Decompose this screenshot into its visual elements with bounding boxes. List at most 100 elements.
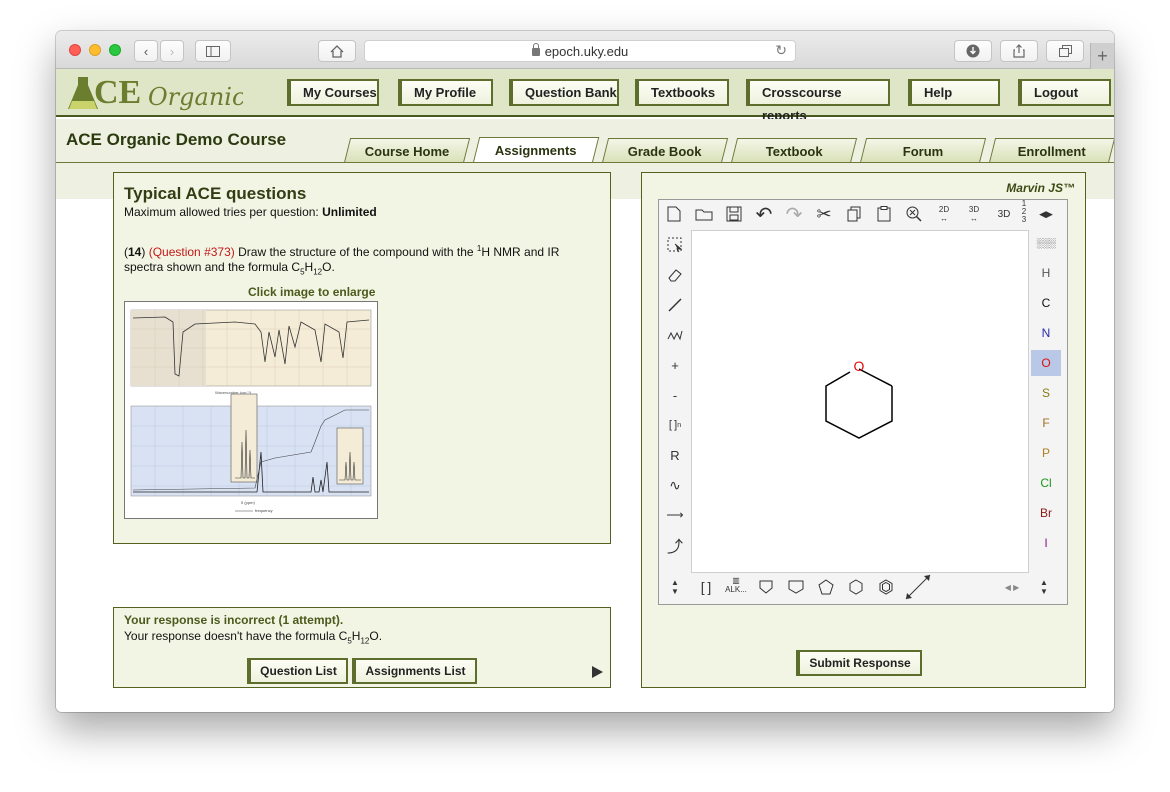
cyclobutane-icon[interactable] <box>785 576 807 598</box>
element-periodic-table-icon[interactable]: ░░░ <box>1031 230 1061 256</box>
nav-help[interactable]: Help <box>908 79 1000 106</box>
tab-textbook[interactable]: Textbook <box>730 138 858 163</box>
select-tool-icon[interactable] <box>664 234 686 256</box>
question-list-button[interactable]: Question List <box>247 658 348 684</box>
reload-icon[interactable]: ↻ <box>775 42 787 59</box>
chain-tool-icon[interactable] <box>664 324 686 346</box>
zoom-window-button[interactable] <box>109 44 121 56</box>
single-bond-icon[interactable] <box>664 294 686 316</box>
tries-value: Unlimited <box>322 205 377 219</box>
undo-icon[interactable]: ↶ <box>753 203 775 226</box>
bottom-nav-arrows-icon[interactable]: ◀ ▶ <box>1001 576 1023 598</box>
click-to-enlarge-label: Click image to enlarge <box>248 285 376 299</box>
share-button[interactable] <box>1000 40 1038 62</box>
paste-icon[interactable] <box>873 203 895 225</box>
ace-site: CE Organic My Courses My Profile Questio… <box>56 69 1114 712</box>
tab-assignments[interactable]: Assignments <box>472 137 600 163</box>
cyclopentane-icon[interactable] <box>815 576 837 598</box>
spectra-image[interactable]: Wavenumber (cm⁻¹) δ (ppm) frequency <box>124 301 378 519</box>
browser-titlebar: ‹ › epoch.uky.edu ↻ + <box>56 31 1114 69</box>
downloads-button[interactable] <box>954 40 992 62</box>
element-f[interactable]: F <box>1031 410 1061 436</box>
svg-text:CE: CE <box>94 74 141 111</box>
element-br[interactable]: Br <box>1031 500 1061 526</box>
tab-grade-book[interactable]: Grade Book <box>601 138 729 163</box>
nav-crosscourse-reports[interactable]: Crosscourse reports <box>746 79 890 123</box>
response-panel: Your response is incorrect (1 attempt). … <box>113 607 611 688</box>
element-h[interactable]: H <box>1031 260 1061 286</box>
numbering-icon[interactable]: 123 <box>1017 200 1031 224</box>
minimize-window-button[interactable] <box>89 44 101 56</box>
element-s[interactable]: S <box>1031 380 1061 406</box>
play-arrow-icon[interactable] <box>592 666 603 678</box>
new-document-icon[interactable] <box>663 203 685 225</box>
drawing-canvas[interactable]: O <box>691 230 1029 573</box>
sidebar-icon <box>206 45 220 57</box>
sgroup-tool-icon[interactable]: [ ] n <box>664 414 686 436</box>
eraser-icon[interactable] <box>664 264 686 286</box>
benzene-icon[interactable] <box>875 576 897 598</box>
alkane-templates-icon[interactable]: ▥ ALK... <box>723 574 749 596</box>
reaction-arrow-icon[interactable]: ⟶ <box>664 504 686 526</box>
url-text: epoch.uky.edu <box>544 43 629 59</box>
close-window-button[interactable] <box>69 44 81 56</box>
question-panel: Typical ACE questions Maximum allowed tr… <box>113 172 611 544</box>
nav-my-courses[interactable]: My Courses <box>287 79 379 106</box>
tab-course-home[interactable]: Course Home <box>343 138 471 163</box>
tab-forum[interactable]: Forum <box>859 138 987 163</box>
benzene-frame-icon[interactable] <box>755 576 777 598</box>
cyclohexane-icon[interactable] <box>845 576 867 598</box>
spectrum-freq-label: frequency <box>255 508 273 513</box>
course-title: ACE Organic Demo Course <box>66 130 287 149</box>
toolbar-scroll-icon[interactable]: ◀▶ <box>1035 203 1057 225</box>
bottom-scroll-right-icon[interactable]: ▲ ▼ <box>1033 576 1055 598</box>
save-icon[interactable] <box>723 203 745 225</box>
forward-button[interactable]: › <box>160 40 184 62</box>
bottom-scroll-left-icon[interactable]: ▲ ▼ <box>664 576 686 598</box>
nav-textbooks[interactable]: Textbooks <box>635 79 729 106</box>
home-icon <box>330 44 344 58</box>
submit-response-button[interactable]: Submit Response <box>796 650 922 676</box>
increase-charge-icon[interactable]: + <box>664 354 686 376</box>
clean-3d-icon[interactable]: 3D ↔ <box>963 203 985 225</box>
decrease-charge-icon[interactable]: - <box>664 384 686 406</box>
nav-question-bank[interactable]: Question Bank <box>509 79 619 106</box>
element-cl[interactable]: Cl <box>1031 470 1061 496</box>
element-o-selected[interactable]: O <box>1031 350 1061 376</box>
address-bar[interactable]: epoch.uky.edu ↻ <box>364 40 796 62</box>
rgroup-tool-icon[interactable]: R <box>664 444 686 466</box>
nav-logout[interactable]: Logout <box>1018 79 1111 106</box>
tabs-overview-button[interactable] <box>1046 40 1084 62</box>
response-detail: Your response doesn't have the formula C… <box>124 629 383 646</box>
rotate-3d-icon[interactable]: 3D <box>993 203 1015 225</box>
attachment-point-icon[interactable]: ∿ <box>664 474 686 496</box>
template-library-icon[interactable]: [ ] <box>695 576 717 598</box>
zoom-icon[interactable] <box>903 203 925 225</box>
home-button[interactable] <box>318 40 356 62</box>
question-text: (14) (Question #373) Draw the structure … <box>124 244 560 277</box>
clean-2d-icon[interactable]: 2D ↔ <box>933 203 955 225</box>
new-tab-button[interactable]: + <box>1090 43 1114 69</box>
copy-icon[interactable] <box>843 203 865 225</box>
cut-icon[interactable]: ✂ <box>813 203 835 225</box>
sidebar-toggle-button[interactable] <box>195 40 231 62</box>
nav-my-profile[interactable]: My Profile <box>398 79 493 106</box>
share-icon <box>1013 44 1025 58</box>
ace-organic-logo[interactable]: CE Organic <box>68 71 243 115</box>
redo-icon[interactable]: ↷ <box>783 203 805 226</box>
oxane-structure[interactable]: O <box>692 231 1028 572</box>
element-p[interactable]: P <box>1031 440 1061 466</box>
element-c[interactable]: C <box>1031 290 1061 316</box>
electron-flow-icon[interactable]: ⤴ <box>664 534 686 556</box>
download-icon <box>966 44 980 58</box>
back-button[interactable]: ‹ <box>134 40 158 62</box>
element-i[interactable]: I <box>1031 530 1061 556</box>
tab-enrollment[interactable]: Enrollment <box>988 138 1114 163</box>
tabs-icon <box>1058 45 1072 57</box>
resize-arrow-icon[interactable] <box>903 572 933 602</box>
open-folder-icon[interactable] <box>693 203 715 225</box>
element-n[interactable]: N <box>1031 320 1061 346</box>
assignments-list-button[interactable]: Assignments List <box>352 658 477 684</box>
question-heading: Typical ACE questions <box>124 184 307 203</box>
question-id-link[interactable]: (Question #373) <box>149 245 235 259</box>
